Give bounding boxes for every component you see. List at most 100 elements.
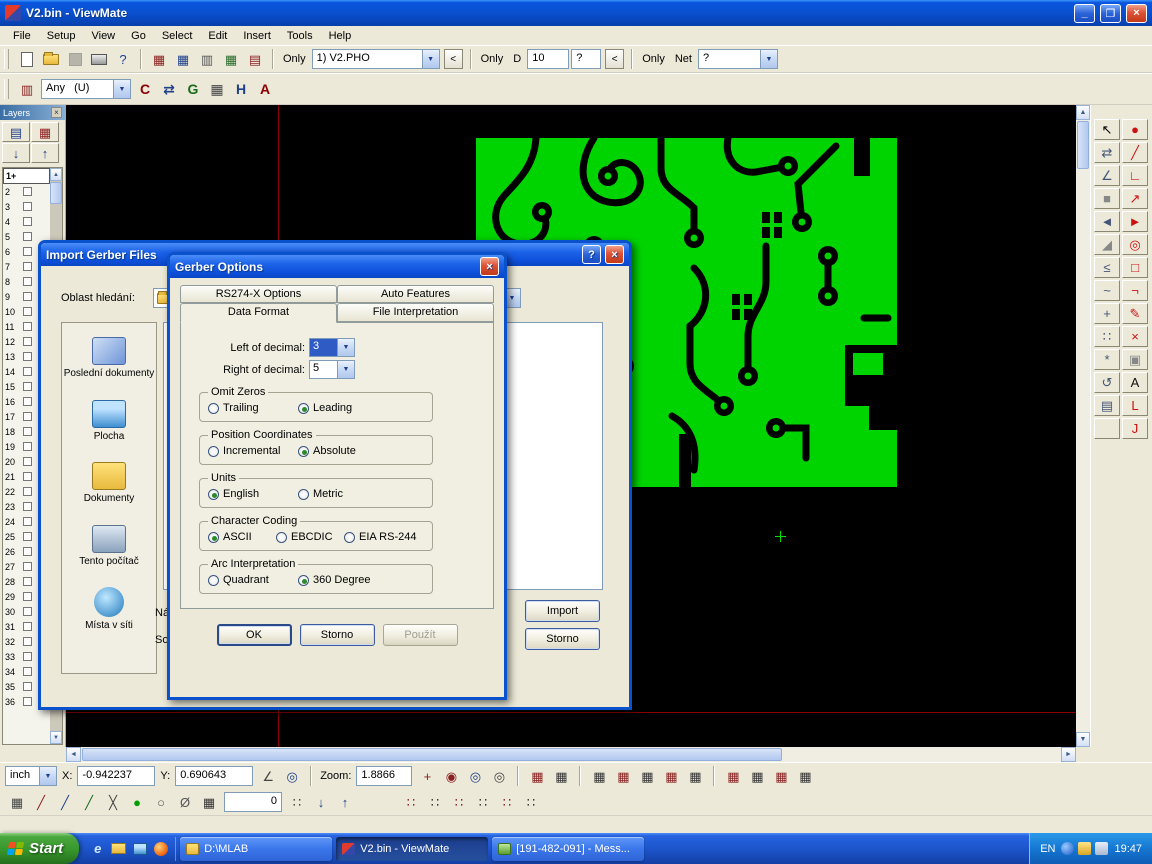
view-table-icon-4[interactable]: ▦ bbox=[659, 765, 683, 787]
context-help-icon[interactable]: ? bbox=[111, 48, 135, 70]
scrollbar-thumb[interactable] bbox=[50, 182, 62, 204]
place-documents[interactable]: Dokumenty bbox=[62, 462, 156, 505]
open-file-icon[interactable] bbox=[39, 48, 63, 70]
layer-visibility-checkbox[interactable] bbox=[23, 367, 32, 376]
layer-visibility-checkbox[interactable] bbox=[23, 607, 32, 616]
layer-visibility-checkbox[interactable] bbox=[23, 622, 32, 631]
layer-combo[interactable]: 1) V2.PHO ▼ bbox=[312, 49, 440, 69]
film-table-icon-1[interactable]: ▦ bbox=[525, 765, 549, 787]
ie-quicklaunch-icon[interactable]: e bbox=[89, 840, 106, 857]
filled-rect-icon[interactable]: ■ bbox=[1094, 188, 1120, 209]
trace-pattern-icon-6[interactable]: ∷ bbox=[519, 791, 543, 813]
layer-visibility-checkbox[interactable] bbox=[23, 457, 32, 466]
zoom-value[interactable]: 1.8866 bbox=[356, 766, 412, 786]
layer-visibility-checkbox[interactable] bbox=[23, 292, 32, 301]
tab[interactable]: File Interpretation bbox=[337, 303, 494, 322]
units-combo[interactable]: inch ▼ bbox=[5, 766, 57, 786]
layer-visibility-checkbox[interactable] bbox=[23, 472, 32, 481]
zoom-fit-icon[interactable]: ◎ bbox=[487, 765, 511, 787]
layer-visibility-checkbox[interactable] bbox=[23, 487, 32, 496]
layer-visibility-checkbox[interactable] bbox=[23, 307, 32, 316]
only-dcode-label[interactable]: Only bbox=[477, 53, 508, 65]
layer-row[interactable]: 2 bbox=[3, 184, 50, 199]
cancel-button[interactable]: Storno bbox=[300, 624, 375, 646]
layer-row-active[interactable]: 1+ bbox=[3, 168, 50, 184]
settings-gear-icon[interactable]: * bbox=[1094, 349, 1120, 370]
layer-visibility-checkbox[interactable] bbox=[23, 442, 32, 451]
compare-icon[interactable]: ≤ bbox=[1094, 257, 1120, 278]
y-coordinate-value[interactable]: 0.690643 bbox=[175, 766, 253, 786]
tab[interactable]: Data Format bbox=[180, 303, 337, 323]
radio-option[interactable]: English bbox=[208, 488, 292, 500]
layer-visibility-checkbox[interactable] bbox=[23, 397, 32, 406]
film-table-icon-2[interactable]: ▦ bbox=[549, 765, 573, 787]
highlight-off-icon[interactable]: ○ bbox=[149, 791, 173, 813]
radio-option[interactable]: Leading bbox=[298, 402, 352, 414]
gerber-mode-icon[interactable]: G bbox=[181, 78, 205, 100]
origin-target-icon[interactable]: ◎ bbox=[280, 765, 304, 787]
text-mode-icon[interactable]: A bbox=[253, 78, 277, 100]
probe-icon[interactable]: Ø bbox=[173, 791, 197, 813]
move-layer-down-icon[interactable]: ↓ bbox=[2, 143, 30, 163]
rect-outline-icon[interactable]: □ bbox=[1122, 257, 1148, 278]
close-icon[interactable]: × bbox=[605, 245, 624, 264]
help-icon[interactable]: ? bbox=[582, 245, 601, 264]
pad-table-icon-2[interactable]: ▦ bbox=[745, 765, 769, 787]
place-desktop[interactable]: Plocha bbox=[62, 400, 156, 443]
left-of-decimal-combo[interactable]: 3 ▼ bbox=[309, 338, 355, 357]
rotate-icon[interactable]: ↺ bbox=[1094, 372, 1120, 393]
new-file-icon[interactable] bbox=[15, 48, 39, 70]
report-table-icon[interactable]: ▤ bbox=[243, 48, 267, 70]
pencil-edit-icon[interactable]: ✎ bbox=[1122, 303, 1148, 324]
anchor-up-icon[interactable]: ↑ bbox=[333, 791, 357, 813]
pad-table-icon-3[interactable]: ▦ bbox=[769, 765, 793, 787]
place-recent-documents[interactable]: Poslední dokumenty bbox=[62, 337, 156, 380]
menu-item[interactable]: Insert bbox=[236, 29, 278, 43]
menu-item[interactable]: Select bbox=[155, 29, 200, 43]
grid-size-field[interactable]: 0 bbox=[224, 792, 282, 812]
menu-item[interactable]: File bbox=[6, 29, 38, 43]
film-control-icon[interactable]: ▥ bbox=[195, 48, 219, 70]
layer-visibility-checkbox[interactable] bbox=[23, 697, 32, 706]
menu-item[interactable]: Setup bbox=[40, 29, 83, 43]
dot-pattern-icon[interactable]: ∷ bbox=[1094, 326, 1120, 347]
circle-draw-icon[interactable]: ◎ bbox=[1122, 234, 1148, 255]
only-layer-label[interactable]: Only bbox=[279, 53, 310, 65]
letter-j-icon[interactable]: J bbox=[1122, 418, 1148, 439]
desktop-quicklaunch-icon[interactable] bbox=[131, 840, 148, 857]
dcode-table-icon[interactable]: ▦ bbox=[147, 48, 171, 70]
move-layer-up-icon[interactable]: ↑ bbox=[31, 143, 59, 163]
layer-visibility-checkbox[interactable] bbox=[23, 502, 32, 511]
chevron-down-icon[interactable]: ▼ bbox=[760, 50, 777, 68]
place-network[interactable]: Místa v síti bbox=[62, 587, 156, 632]
pad-grid-icon[interactable]: ▦ bbox=[197, 791, 221, 813]
zoom-point-icon[interactable]: ◉ bbox=[439, 765, 463, 787]
title-bar[interactable]: V2.bin - ViewMate _ ❐ × bbox=[0, 0, 1152, 26]
start-button[interactable]: Start bbox=[0, 833, 79, 864]
scrollbar-track[interactable] bbox=[783, 747, 1061, 762]
erase-icon[interactable]: × bbox=[1122, 326, 1148, 347]
import-button[interactable]: Import bbox=[525, 600, 600, 622]
previous-layer-button[interactable]: < bbox=[444, 49, 463, 69]
scrollbar-thumb[interactable] bbox=[1077, 121, 1089, 169]
chevron-down-icon[interactable]: ▼ bbox=[337, 339, 354, 356]
print-icon[interactable] bbox=[87, 48, 111, 70]
swap-layers-icon[interactable]: ⇄ bbox=[157, 78, 181, 100]
layers-table-icon[interactable]: ▦ bbox=[219, 48, 243, 70]
scrollbar-track[interactable] bbox=[1076, 170, 1090, 732]
restore-button[interactable]: ❐ bbox=[1100, 4, 1121, 23]
tab[interactable]: RS274-X Options bbox=[180, 285, 337, 303]
layer-visibility-checkbox[interactable] bbox=[23, 352, 32, 361]
angle-measure-icon[interactable]: ∠ bbox=[1094, 165, 1120, 186]
layer-visibility-checkbox[interactable] bbox=[23, 412, 32, 421]
hatch-style-icon-2[interactable]: ╱ bbox=[53, 791, 77, 813]
tray-update-icon[interactable] bbox=[1078, 842, 1091, 855]
layer-visibility-checkbox[interactable] bbox=[23, 337, 32, 346]
x-coordinate-value[interactable]: -0.942237 bbox=[77, 766, 155, 786]
radio-option[interactable]: 360 Degree bbox=[298, 574, 371, 586]
select-cursor-icon[interactable]: ↖ bbox=[1094, 119, 1120, 140]
net-combo[interactable]: ? ▼ bbox=[698, 49, 778, 69]
place-computer[interactable]: Tento počítač bbox=[62, 525, 156, 568]
language-indicator[interactable]: EN bbox=[1040, 843, 1055, 855]
menu-item[interactable]: Edit bbox=[201, 29, 234, 43]
